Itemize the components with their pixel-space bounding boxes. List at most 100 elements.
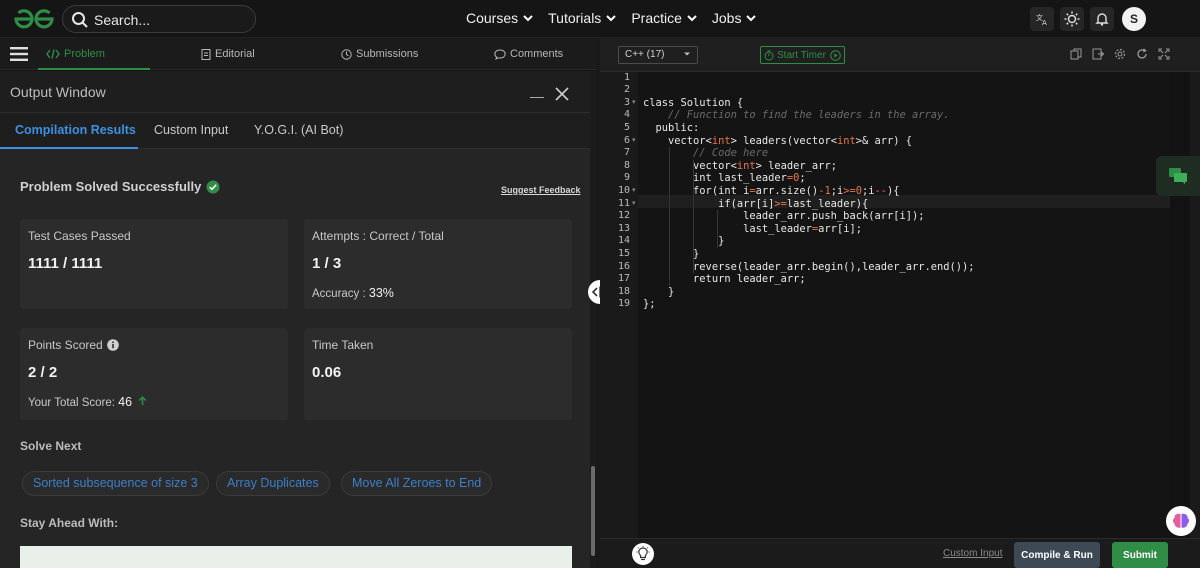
line-number: 8 xyxy=(623,159,630,171)
arrow-up-icon xyxy=(138,396,147,405)
chevron-down-icon xyxy=(606,15,617,22)
lightbulb-hint-icon[interactable] xyxy=(632,543,654,565)
nav-tutorials[interactable]: Tutorials xyxy=(548,10,617,26)
tab-problem[interactable]: Problem xyxy=(46,48,105,60)
search-input[interactable]: Search... xyxy=(94,12,150,28)
compilation-results-panel: Problem Solved Successfully Suggest Feed… xyxy=(0,149,590,568)
output-window-header: Output Window xyxy=(0,71,596,113)
gfg-logo-icon[interactable] xyxy=(12,8,56,30)
test-cases-value: 1111 / 1111 xyxy=(28,255,103,272)
hamburger-menu-icon[interactable] xyxy=(10,47,28,61)
code-line[interactable]: last_leader=arr[i]; xyxy=(643,223,862,236)
accuracy-label: Accuracy : xyxy=(312,288,369,300)
tab-custom-input[interactable]: Custom Input xyxy=(154,123,228,137)
code-icon xyxy=(46,49,60,59)
scrollbar-thumb[interactable] xyxy=(591,466,595,556)
line-number: 14 xyxy=(617,235,630,247)
code-line[interactable]: class Solution { xyxy=(643,97,743,110)
code-line[interactable]: } xyxy=(643,235,724,248)
solve-next-heading: Solve Next xyxy=(20,439,82,453)
play-icon xyxy=(830,50,841,61)
compile-run-button[interactable]: Compile & Run xyxy=(1014,542,1100,568)
promo-banner[interactable] xyxy=(20,546,572,568)
code-line[interactable]: } xyxy=(643,286,674,299)
tab-yogi-ai-bot[interactable]: Y.O.G.I. (AI Bot) xyxy=(254,123,343,137)
code-line[interactable]: for(int i=arr.size()-1;i>=0;i--){ xyxy=(643,185,900,198)
code-line[interactable]: vector<int> leaders(vector<int>& arr) { xyxy=(643,135,912,148)
fold-toggle-icon[interactable]: ▾ xyxy=(632,135,636,148)
language-select[interactable]: C++ (17) xyxy=(618,46,698,64)
chevron-down-icon xyxy=(746,15,757,22)
notification-bell-icon[interactable] xyxy=(1090,7,1114,31)
fold-toggle-icon[interactable]: ▾ xyxy=(632,198,636,211)
output-tabs: Compilation Results Custom Input Y.O.G.I… xyxy=(0,113,596,149)
minimize-icon[interactable] xyxy=(530,97,544,98)
code-line[interactable]: int last_leader=0; xyxy=(643,172,806,185)
output-window: Output Window Compilation Results Custom… xyxy=(0,71,596,568)
code-line[interactable]: vector<int> leader_arr; xyxy=(643,160,837,173)
nav-courses[interactable]: Courses xyxy=(466,10,534,26)
nav-practice[interactable]: Practice xyxy=(631,10,698,26)
fullscreen-icon[interactable] xyxy=(1158,48,1170,60)
code-line[interactable]: return leader_arr; xyxy=(643,273,806,286)
fold-toggle-icon[interactable]: ▾ xyxy=(632,97,636,110)
clock-icon xyxy=(341,48,352,60)
top-icons: 文A S xyxy=(1030,7,1146,31)
points-value: 2 / 2 xyxy=(28,364,58,381)
start-timer-button[interactable]: Start Timer xyxy=(760,46,845,64)
reset-icon[interactable] xyxy=(1136,48,1148,60)
accuracy-value: 33% xyxy=(368,286,394,300)
next-problem-chip[interactable]: Move All Zeroes to End xyxy=(341,471,493,496)
code-line[interactable]: public: xyxy=(643,122,700,135)
tab-problem-label: Problem xyxy=(64,48,105,60)
tab-submissions[interactable]: Submissions xyxy=(341,48,418,60)
line-number: 3 xyxy=(623,96,630,108)
custom-input-link[interactable]: Custom Input xyxy=(943,548,1002,559)
attempts-label: Attempts : Correct / Total xyxy=(312,229,444,243)
tab-editorial[interactable]: Editorial xyxy=(201,48,255,60)
editor-footer: Custom Input Compile & Run Submit xyxy=(600,538,1200,568)
translate-icon[interactable]: 文A xyxy=(1030,7,1054,31)
suggest-feedback-link[interactable]: Suggest Feedback xyxy=(501,185,581,195)
user-avatar[interactable]: S xyxy=(1122,7,1146,31)
ai-assistant-icon[interactable] xyxy=(1166,506,1196,536)
import-file-icon[interactable] xyxy=(1092,48,1104,60)
points-label: Points Scored xyxy=(28,338,103,352)
indent-guide xyxy=(669,147,670,286)
document-icon xyxy=(201,48,211,60)
editor-scrollbar[interactable] xyxy=(1190,72,1200,538)
code-line[interactable]: if(arr[i]>=last_leader){ xyxy=(643,198,868,211)
output-window-title: Output Window xyxy=(10,84,106,100)
attempts-card: Attempts : Correct / Total 1 / 3 Accurac… xyxy=(304,219,572,309)
next-problem-chip[interactable]: Array Duplicates xyxy=(216,471,330,496)
total-score-label: Your Total Score: xyxy=(28,397,119,409)
points-card: Points Scored 2 / 2 Your Total Score: 46 xyxy=(20,328,288,420)
close-icon[interactable] xyxy=(555,87,569,101)
code-line[interactable]: leader_arr.push_back(arr[i]); xyxy=(643,210,924,223)
time-taken-card: Time Taken 0.06 xyxy=(304,328,572,420)
submit-button[interactable]: Submit xyxy=(1112,542,1168,568)
code-line[interactable]: }; xyxy=(643,298,656,311)
nav-jobs[interactable]: Jobs xyxy=(712,10,758,26)
active-tab-indicator xyxy=(38,68,150,70)
tab-compilation-results[interactable]: Compilation Results xyxy=(15,123,136,137)
search-box[interactable]: Search... xyxy=(62,5,256,33)
theme-toggle-icon[interactable] xyxy=(1060,7,1084,31)
problem-tabs: Problem Editorial Submissions Comments xyxy=(0,38,596,70)
fold-toggle-icon[interactable]: ▾ xyxy=(632,185,636,198)
tab-comments-label: Comments xyxy=(510,48,564,60)
line-number: 1 xyxy=(623,71,630,83)
copy-icon[interactable] xyxy=(1070,48,1082,60)
info-icon[interactable] xyxy=(106,339,119,351)
settings-gear-icon[interactable] xyxy=(1114,48,1126,60)
line-number: 15 xyxy=(617,247,630,259)
tab-comments[interactable]: Comments xyxy=(494,48,563,60)
time-taken-value: 0.06 xyxy=(312,364,342,381)
start-timer-label: Start Timer xyxy=(777,49,826,61)
code-line[interactable]: // Function to find the leaders in the a… xyxy=(643,109,950,122)
line-number: 5 xyxy=(623,121,630,133)
chat-icon[interactable] xyxy=(1156,156,1200,196)
next-problem-chip[interactable]: Sorted subsequence of size 3 xyxy=(22,471,209,496)
code-line[interactable]: // Code here xyxy=(643,147,768,160)
code-line[interactable]: } xyxy=(643,248,699,261)
